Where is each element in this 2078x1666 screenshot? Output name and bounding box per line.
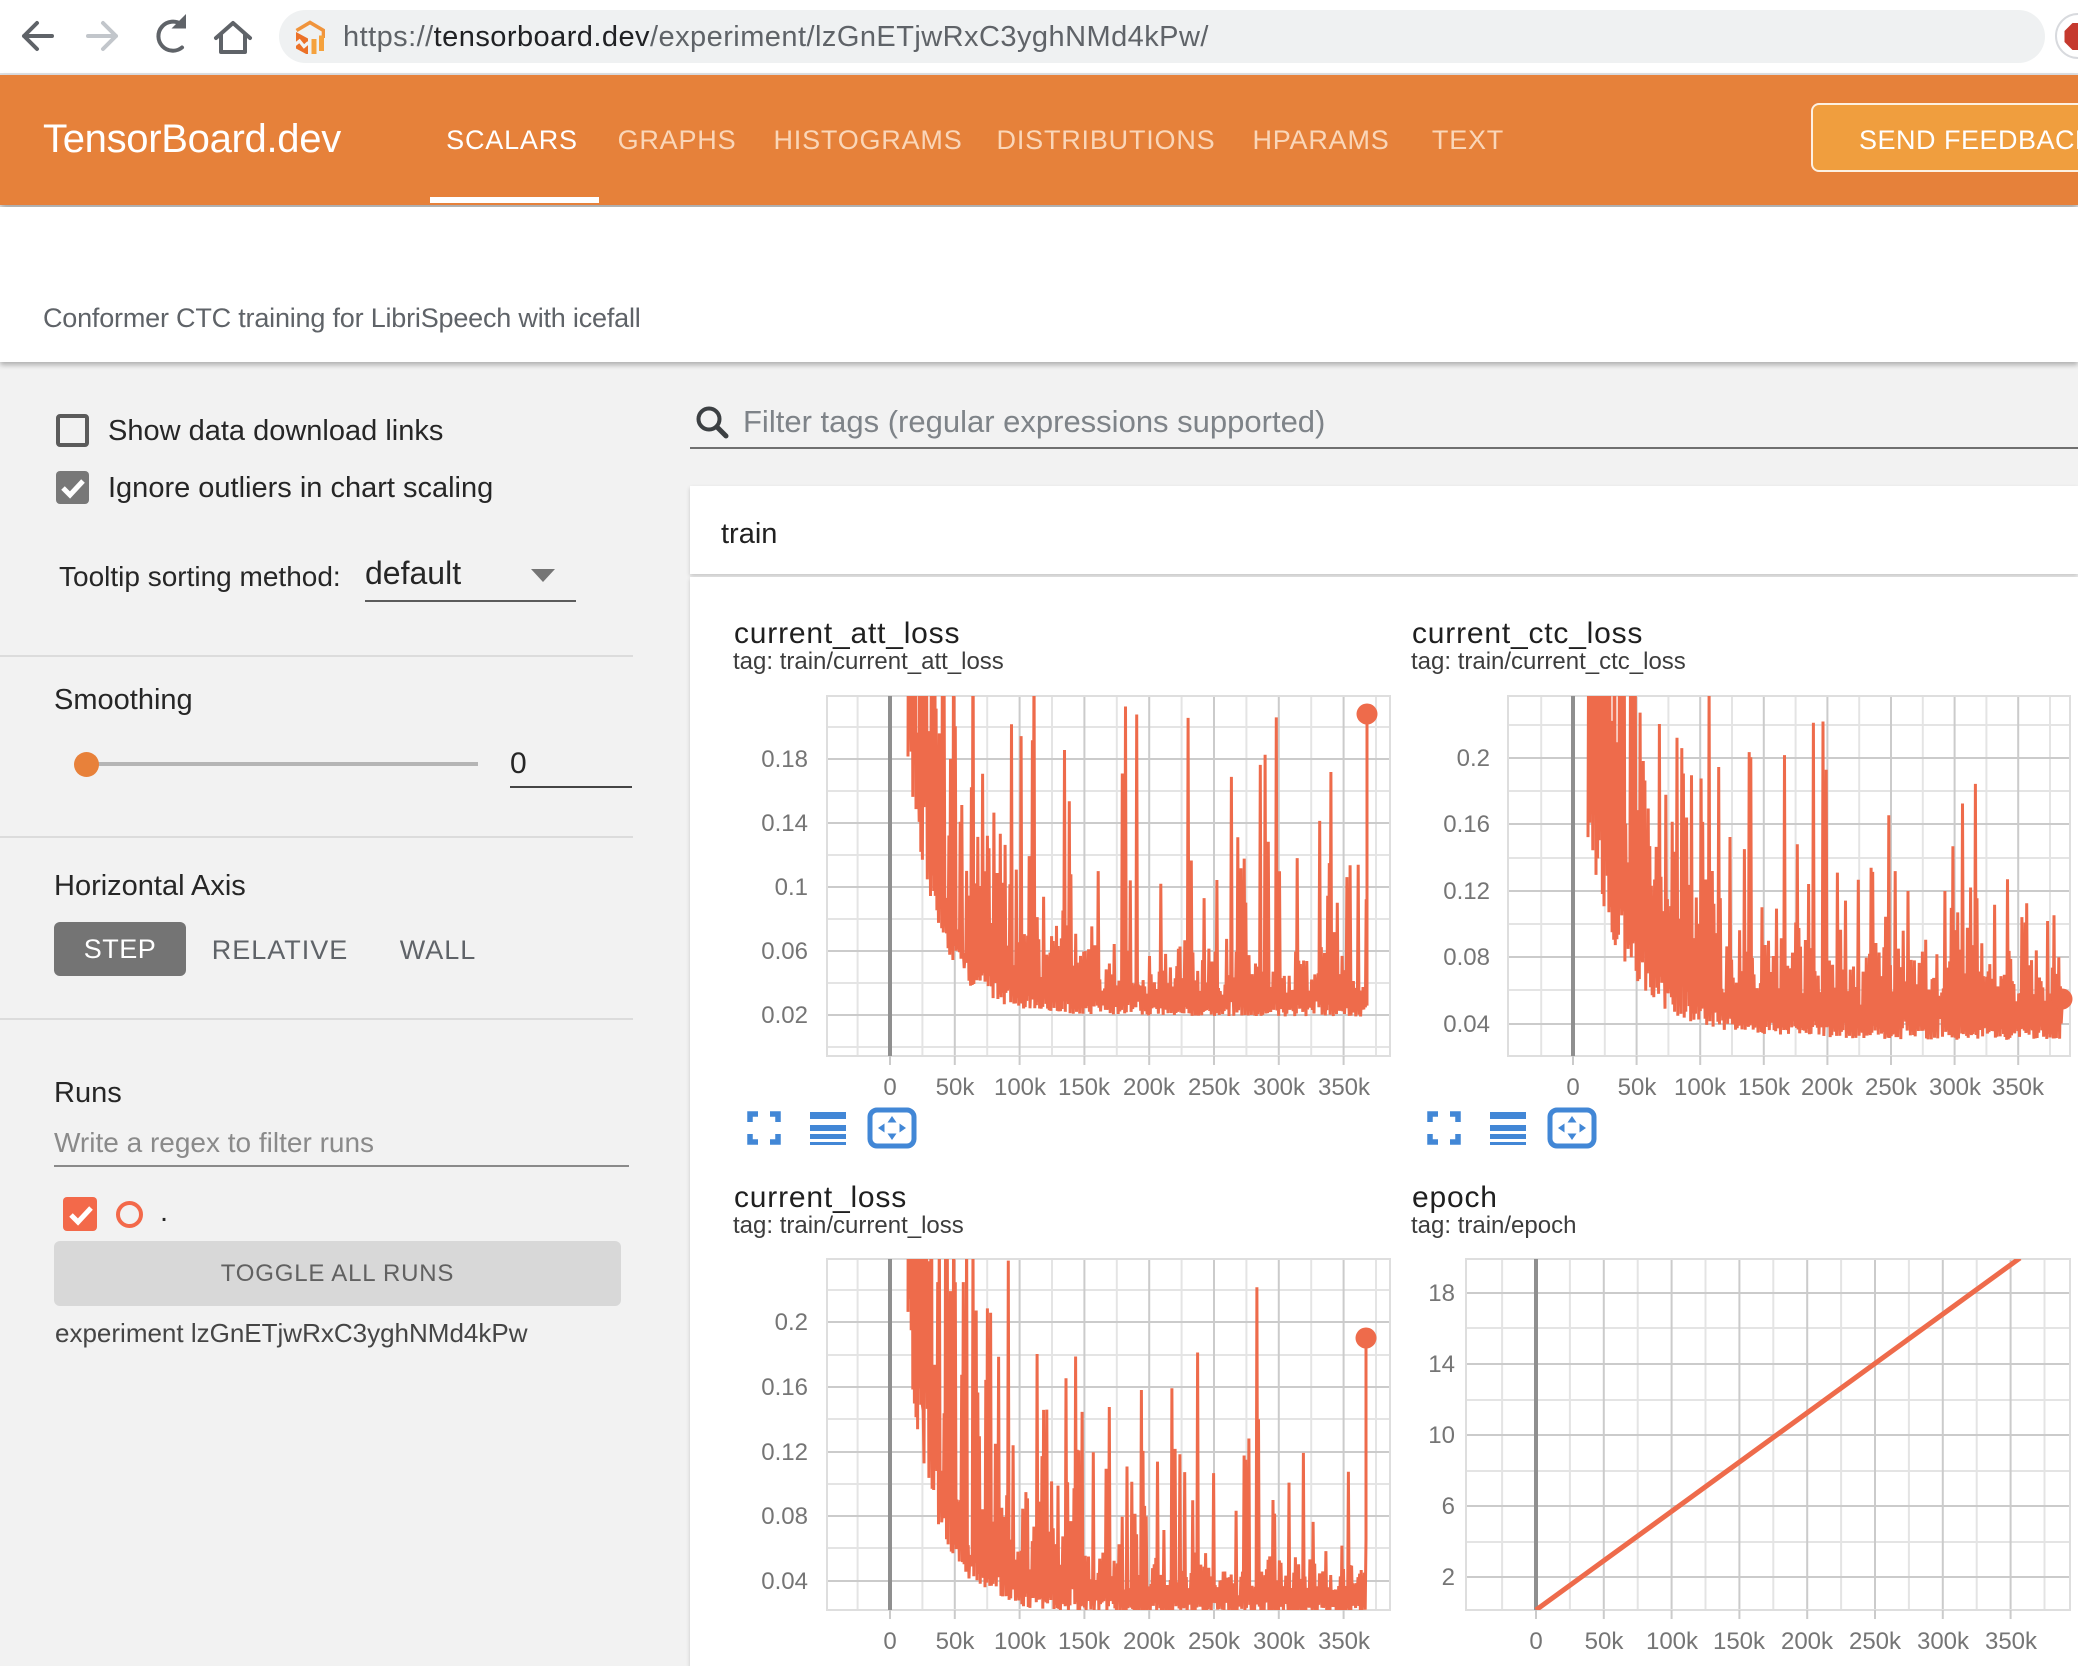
svg-text:0.08: 0.08 bbox=[1443, 944, 1490, 971]
svg-text:10: 10 bbox=[1428, 1422, 1455, 1449]
svg-text:350k: 350k bbox=[1318, 1628, 1371, 1655]
svg-text:300k: 300k bbox=[1917, 1628, 1970, 1655]
svg-text:250k: 250k bbox=[1849, 1628, 1902, 1655]
svg-text:200k: 200k bbox=[1801, 1074, 1854, 1101]
svg-text:epoch: epoch bbox=[1412, 1181, 1498, 1214]
svg-text:0.12: 0.12 bbox=[761, 1439, 808, 1466]
svg-text:100k: 100k bbox=[1674, 1074, 1727, 1101]
svg-text:current_att_loss: current_att_loss bbox=[734, 617, 960, 650]
svg-text:0: 0 bbox=[1529, 1628, 1542, 1655]
svg-text:0.14: 0.14 bbox=[761, 810, 808, 837]
svg-text:200k: 200k bbox=[1781, 1628, 1834, 1655]
svg-text:tag: train/current_att_loss: tag: train/current_att_loss bbox=[733, 648, 1004, 675]
svg-text:200k: 200k bbox=[1123, 1074, 1176, 1101]
svg-text:0.18: 0.18 bbox=[761, 746, 808, 773]
svg-text:250k: 250k bbox=[1188, 1074, 1241, 1101]
svg-text:0: 0 bbox=[1566, 1074, 1579, 1101]
svg-text:150k: 150k bbox=[1738, 1074, 1791, 1101]
svg-text:200k: 200k bbox=[1123, 1628, 1176, 1655]
svg-text:50k: 50k bbox=[1585, 1628, 1625, 1655]
svg-text:0.2: 0.2 bbox=[775, 1309, 808, 1336]
svg-text:14: 14 bbox=[1428, 1351, 1455, 1378]
svg-text:150k: 150k bbox=[1058, 1074, 1111, 1101]
svg-text:300k: 300k bbox=[1929, 1074, 1982, 1101]
svg-text:50k: 50k bbox=[936, 1628, 976, 1655]
svg-text:0: 0 bbox=[883, 1074, 896, 1101]
svg-text:100k: 100k bbox=[994, 1628, 1047, 1655]
svg-text:50k: 50k bbox=[1618, 1074, 1658, 1101]
svg-text:0.16: 0.16 bbox=[761, 1374, 808, 1401]
svg-text:18: 18 bbox=[1428, 1280, 1455, 1307]
svg-text:250k: 250k bbox=[1188, 1628, 1241, 1655]
svg-text:tag: train/epoch: tag: train/epoch bbox=[1411, 1212, 1576, 1239]
svg-text:350k: 350k bbox=[1992, 1074, 2045, 1101]
svg-text:0.12: 0.12 bbox=[1443, 878, 1490, 905]
svg-text:0.16: 0.16 bbox=[1443, 811, 1490, 838]
svg-text:100k: 100k bbox=[994, 1074, 1047, 1101]
svg-text:50k: 50k bbox=[936, 1074, 976, 1101]
svg-text:current_ctc_loss: current_ctc_loss bbox=[1412, 617, 1643, 650]
svg-text:tag: train/current_loss: tag: train/current_loss bbox=[733, 1212, 964, 1239]
svg-text:350k: 350k bbox=[1985, 1628, 2038, 1655]
svg-text:250k: 250k bbox=[1865, 1074, 1918, 1101]
svg-text:350k: 350k bbox=[1318, 1074, 1371, 1101]
svg-text:2: 2 bbox=[1442, 1564, 1455, 1591]
svg-text:100k: 100k bbox=[1646, 1628, 1699, 1655]
svg-text:0.04: 0.04 bbox=[761, 1568, 808, 1595]
svg-text:0.08: 0.08 bbox=[761, 1503, 808, 1530]
svg-text:150k: 150k bbox=[1713, 1628, 1766, 1655]
svg-text:tag: train/current_ctc_loss: tag: train/current_ctc_loss bbox=[1411, 648, 1686, 675]
svg-text:300k: 300k bbox=[1253, 1628, 1306, 1655]
svg-text:300k: 300k bbox=[1253, 1074, 1306, 1101]
svg-text:0.06: 0.06 bbox=[761, 938, 808, 965]
svg-text:0.02: 0.02 bbox=[761, 1002, 808, 1029]
svg-text:150k: 150k bbox=[1058, 1628, 1111, 1655]
svg-text:current_loss: current_loss bbox=[734, 1181, 907, 1214]
svg-text:0.04: 0.04 bbox=[1443, 1011, 1490, 1038]
svg-text:0.1: 0.1 bbox=[775, 874, 808, 901]
svg-text:0.2: 0.2 bbox=[1457, 745, 1490, 772]
svg-text:0: 0 bbox=[883, 1628, 896, 1655]
svg-text:6: 6 bbox=[1442, 1493, 1455, 1520]
